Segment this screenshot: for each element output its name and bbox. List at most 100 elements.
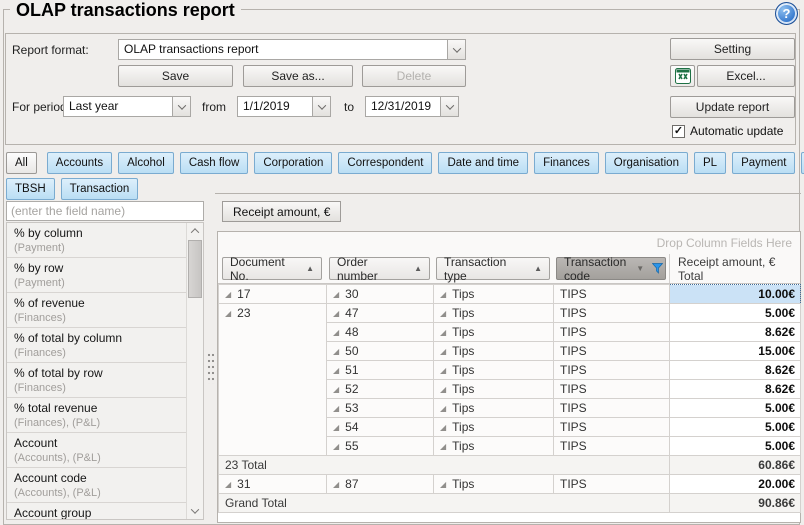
tab-transaction[interactable]: Transaction: [61, 178, 139, 200]
save-button[interactable]: Save: [118, 65, 233, 87]
order-cell[interactable]: ◢48: [327, 323, 434, 342]
order-cell[interactable]: ◢87: [327, 475, 434, 494]
expand-icon: ◢: [333, 480, 339, 489]
amount-cell[interactable]: 20.00€: [670, 475, 801, 494]
order-cell[interactable]: ◢54: [327, 418, 434, 437]
type-cell[interactable]: ◢Tips: [434, 304, 554, 323]
tab-alcohol[interactable]: Alcohol: [118, 152, 174, 174]
amount-cell[interactable]: 8.62€: [670, 323, 801, 342]
field-list-scrollbar[interactable]: [186, 223, 203, 519]
pivot-table: ◢17 ◢30 ◢Tips TIPS 10.00€ ◢23 ◢47 ◢Tips …: [218, 284, 801, 513]
field-list-item[interactable]: Account code (Accounts), (P&L): [7, 468, 187, 503]
help-icon[interactable]: ?: [775, 2, 798, 25]
amount-cell[interactable]: 8.62€: [670, 361, 801, 380]
order-cell[interactable]: ◢52: [327, 380, 434, 399]
type-cell[interactable]: ◢Tips: [434, 323, 554, 342]
field-list-item[interactable]: % by column (Payment): [7, 223, 187, 258]
scroll-down-icon[interactable]: [187, 503, 202, 519]
order-cell[interactable]: ◢50: [327, 342, 434, 361]
tab-finances[interactable]: Finances: [534, 152, 599, 174]
amount-cell[interactable]: 5.00€: [670, 437, 801, 456]
chevron-down-icon[interactable]: [447, 40, 465, 59]
type-cell[interactable]: ◢Tips: [434, 361, 554, 380]
column-header-document-no[interactable]: Document No. ▲: [222, 257, 322, 280]
tab-accounts[interactable]: Accounts: [47, 152, 112, 174]
delete-button[interactable]: Delete: [362, 65, 466, 87]
period-combobox[interactable]: Last year: [63, 96, 191, 117]
column-header-transaction-code[interactable]: Transaction code ▼: [556, 257, 666, 280]
type-cell[interactable]: ◢Tips: [434, 342, 554, 361]
type-cell[interactable]: ◢Tips: [434, 475, 554, 494]
code-cell[interactable]: TIPS: [554, 399, 670, 418]
code-cell[interactable]: TIPS: [554, 475, 670, 494]
order-cell[interactable]: ◢30: [327, 285, 434, 304]
document-cell[interactable]: ◢31: [219, 475, 327, 494]
amount-cell-selected[interactable]: 10.00€: [670, 285, 801, 304]
tab-correspondent[interactable]: Correspondent: [338, 152, 432, 174]
grand-total-label[interactable]: Grand Total: [219, 494, 670, 513]
code-cell[interactable]: TIPS: [554, 437, 670, 456]
excel-button[interactable]: Excel...: [697, 65, 795, 87]
field-list-item[interactable]: % of total by column (Finances): [7, 328, 187, 363]
field-list-item[interactable]: % total revenue (Finances), (P&L): [7, 398, 187, 433]
order-cell[interactable]: ◢47: [327, 304, 434, 323]
amount-cell[interactable]: 8.62€: [670, 380, 801, 399]
order-cell[interactable]: ◢51: [327, 361, 434, 380]
type-cell[interactable]: ◢Tips: [434, 418, 554, 437]
save-as-button[interactable]: Save as...: [243, 65, 353, 87]
code-cell[interactable]: TIPS: [554, 323, 670, 342]
amount-cell[interactable]: 5.00€: [670, 418, 801, 437]
code-cell[interactable]: TIPS: [554, 342, 670, 361]
group-total-label[interactable]: 23 Total: [219, 456, 670, 475]
tab-organisation[interactable]: Organisation: [605, 152, 688, 174]
field-list-item[interactable]: % of revenue (Finances): [7, 293, 187, 328]
code-cell[interactable]: TIPS: [554, 380, 670, 399]
filter-icon[interactable]: [644, 263, 663, 274]
order-cell[interactable]: ◢55: [327, 437, 434, 456]
chevron-down-icon[interactable]: [440, 97, 458, 116]
scrollbar-thumb[interactable]: [188, 240, 202, 298]
tab-payment[interactable]: Payment: [732, 152, 795, 174]
tab-corporation[interactable]: Corporation: [254, 152, 332, 174]
type-cell[interactable]: ◢Tips: [434, 399, 554, 418]
data-field-chip[interactable]: Receipt amount, €: [222, 201, 341, 222]
field-search-input[interactable]: [6, 201, 204, 221]
amount-cell[interactable]: 15.00€: [670, 342, 801, 361]
column-header-transaction-type[interactable]: Transaction type ▲: [436, 257, 550, 280]
type-cell[interactable]: ◢Tips: [434, 380, 554, 399]
setting-button[interactable]: Setting: [670, 38, 795, 60]
tab-all[interactable]: All: [6, 152, 37, 174]
column-header-receipt-amount-total[interactable]: Receipt amount, € Total: [669, 254, 800, 283]
tab-cash-flow[interactable]: Cash flow: [180, 152, 249, 174]
document-cell[interactable]: ◢17: [219, 285, 327, 304]
tab-pl[interactable]: PL: [694, 152, 726, 174]
tab-date-and-time[interactable]: Date and time: [438, 152, 528, 174]
code-cell[interactable]: TIPS: [554, 304, 670, 323]
panel-splitter-handle[interactable]: [207, 352, 214, 384]
type-cell[interactable]: ◢Tips: [434, 285, 554, 304]
type-cell[interactable]: ◢Tips: [434, 437, 554, 456]
document-cell[interactable]: ◢23: [219, 304, 327, 456]
update-report-button[interactable]: Update report: [670, 96, 795, 118]
amount-cell[interactable]: 5.00€: [670, 304, 801, 323]
chevron-down-icon[interactable]: [172, 97, 190, 116]
order-cell[interactable]: ◢53: [327, 399, 434, 418]
code-cell[interactable]: TIPS: [554, 418, 670, 437]
from-date-field[interactable]: 1/1/2019: [237, 96, 331, 117]
amount-cell[interactable]: 5.00€: [670, 399, 801, 418]
automatic-update-checkbox[interactable]: ✓ Automatic update: [672, 124, 783, 138]
to-date-field[interactable]: 12/31/2019: [365, 96, 459, 117]
code-cell[interactable]: TIPS: [554, 285, 670, 304]
scroll-up-icon[interactable]: [187, 223, 202, 239]
code-cell[interactable]: TIPS: [554, 361, 670, 380]
chevron-down-icon[interactable]: [312, 97, 330, 116]
field-list-item[interactable]: Account (Accounts), (P&L): [7, 433, 187, 468]
field-list-item[interactable]: % by row (Payment): [7, 258, 187, 293]
column-header-order-number[interactable]: Order number ▲: [329, 257, 430, 280]
report-format-combobox[interactable]: OLAP transactions report: [118, 39, 466, 60]
group-total-amount[interactable]: 60.86€: [670, 456, 801, 475]
tab-tbsh[interactable]: TBSH: [6, 178, 55, 200]
field-list-item[interactable]: Account group: [7, 503, 187, 520]
grand-total-amount[interactable]: 90.86€: [670, 494, 801, 513]
field-list-item[interactable]: % of total by row (Finances): [7, 363, 187, 398]
